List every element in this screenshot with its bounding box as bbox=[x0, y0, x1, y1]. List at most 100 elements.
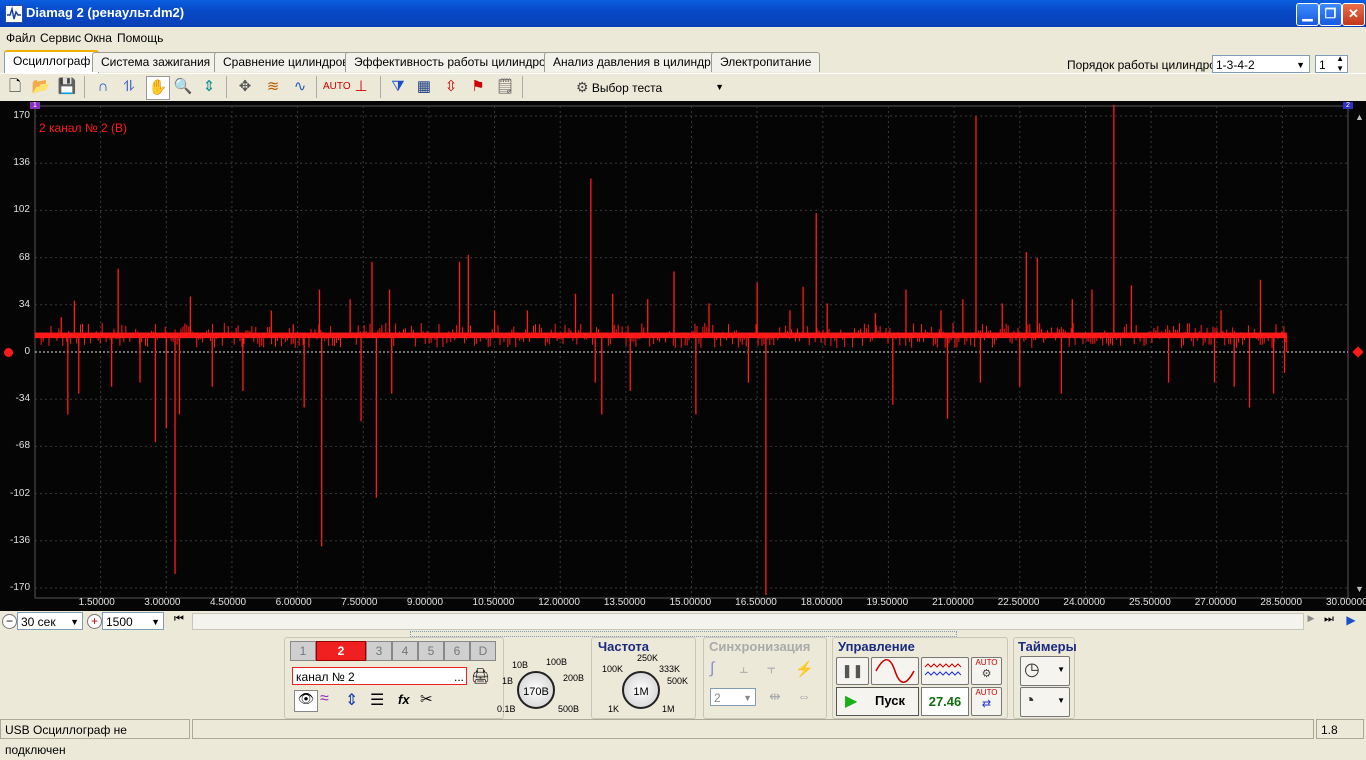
time-scrollbar[interactable] bbox=[192, 613, 1304, 630]
chevron-down-icon: ▼ bbox=[1057, 665, 1065, 674]
grid-table-icon[interactable]: ▦ bbox=[413, 76, 435, 98]
sync-auto-icon[interactable]: ⚡ bbox=[795, 660, 814, 678]
scroll-right-icon[interactable]: ▶ bbox=[1304, 613, 1318, 629]
tab-power-supply[interactable]: Электропитание bbox=[711, 52, 821, 72]
save-icon[interactable]: 💾 bbox=[56, 76, 78, 98]
frequency-dial-knob[interactable]: 1M bbox=[622, 671, 660, 709]
auto-sync-button[interactable]: AUTO ⇄ bbox=[971, 687, 1002, 716]
sine-mode-button[interactable] bbox=[871, 657, 919, 685]
tab-cylinder-efficiency[interactable]: Эффективность работы цилиндров bbox=[345, 52, 562, 72]
timer-start-button[interactable]: ◷ ▼ bbox=[1020, 656, 1070, 686]
cursor-marker-right[interactable]: 2 bbox=[1343, 102, 1353, 109]
title-bar: Diamag 2 (ренаульт.dm2) ▁ ❐ ✕ bbox=[0, 0, 1366, 27]
chevron-down-icon: ▼ bbox=[1057, 696, 1065, 705]
channel-connect-icon[interactable]: 🖨 bbox=[471, 667, 490, 685]
channel-button-3[interactable]: 3 bbox=[366, 641, 392, 661]
start-button[interactable]: ▶ Пуск bbox=[836, 687, 919, 716]
channel-button-4[interactable]: 4 bbox=[392, 641, 418, 661]
menu-windows[interactable]: Окна bbox=[84, 31, 112, 45]
test-select-dropdown[interactable]: ⚙ Выбор теста ▼ bbox=[576, 76, 728, 98]
scroll-up-icon[interactable]: ▲ bbox=[1355, 112, 1364, 122]
tab-pressure-analysis[interactable]: Анализ давления в цилиндре bbox=[544, 52, 727, 72]
channel-button-5[interactable]: 5 bbox=[418, 641, 444, 661]
x-tick-label: 18.00000 bbox=[800, 597, 843, 608]
cursor-arc-icon[interactable]: ∩ bbox=[92, 76, 114, 98]
pause-button[interactable]: ❚❚ bbox=[836, 657, 869, 685]
go-end-icon[interactable]: ⏭ bbox=[1320, 613, 1338, 629]
sync-position-icon[interactable]: ⇔ bbox=[797, 688, 811, 704]
sync-channel-select[interactable]: 2 ▼ bbox=[710, 688, 756, 706]
oscilloscope-panel[interactable] bbox=[0, 101, 1366, 611]
split-view-icon[interactable]: ⇳ bbox=[440, 76, 462, 98]
channel-more-button[interactable]: ... bbox=[454, 668, 464, 686]
minimize-button[interactable]: ▁ bbox=[1296, 3, 1319, 26]
close-button[interactable]: ✕ bbox=[1342, 3, 1365, 26]
cylinder-order-select[interactable]: 1-3-4-2 ▼ bbox=[1212, 55, 1310, 73]
zoom-icon[interactable]: 🔍 bbox=[172, 76, 194, 98]
cylinder-spinner[interactable]: 1 ▲ ▼ bbox=[1315, 54, 1348, 73]
open-folder-icon[interactable]: 📂 bbox=[30, 76, 52, 98]
multi-wave-button[interactable] bbox=[921, 657, 969, 685]
scroll-down-icon[interactable]: ▼ bbox=[1355, 584, 1364, 594]
measure-cursor-icon[interactable]: ⥮ bbox=[118, 76, 140, 98]
line-style-icon[interactable]: ☰ bbox=[370, 690, 384, 710]
cursor-marker-left[interactable]: 1 bbox=[30, 102, 40, 109]
time-base-select[interactable]: 30 сек ▼ bbox=[17, 612, 83, 630]
play-icon: ▶ bbox=[845, 693, 858, 710]
new-file-icon[interactable]: 🗋 bbox=[4, 76, 26, 98]
chevron-down-icon: ▼ bbox=[743, 693, 752, 703]
go-start-icon[interactable]: ⏮ bbox=[170, 613, 188, 629]
timer-stop-button[interactable]: ◔ ▼ bbox=[1020, 687, 1070, 717]
restore-button[interactable]: ❐ bbox=[1319, 3, 1342, 26]
toolbar-separator bbox=[380, 76, 381, 98]
auto-scale-icon[interactable]: AUTO bbox=[323, 76, 351, 98]
menu-service[interactable]: Сервис bbox=[40, 31, 81, 45]
menu-help[interactable]: Помощь bbox=[117, 31, 163, 45]
overlay-waves-icon[interactable]: ∿ bbox=[289, 76, 311, 98]
notes-icon[interactable]: 🗒 bbox=[494, 76, 516, 98]
tab-ignition[interactable]: Система зажигания bbox=[92, 52, 220, 72]
channel-button-D[interactable]: D bbox=[470, 641, 496, 661]
chevron-down-icon: ▼ bbox=[1296, 60, 1305, 70]
vertical-shift-icon[interactable]: ⇕ bbox=[345, 690, 358, 710]
play-scroll-icon[interactable]: ▶ bbox=[1342, 613, 1360, 629]
zoom-fit-icon[interactable]: ⇕ bbox=[198, 76, 220, 98]
add-flag-icon[interactable]: ⚑ bbox=[467, 76, 489, 98]
x-tick-label: 13.50000 bbox=[603, 597, 646, 608]
function-icon[interactable]: fx bbox=[398, 692, 410, 707]
channel-button-1[interactable]: 1 bbox=[290, 641, 316, 661]
auto-mode-button[interactable]: AUTO ⚙ bbox=[971, 657, 1002, 685]
signal-invert-icon[interactable]: ≈ bbox=[320, 690, 329, 708]
sync-up-icon[interactable]: ⫠ bbox=[739, 660, 748, 677]
menu-file[interactable]: Файл bbox=[6, 31, 36, 45]
sync-level-icon[interactable]: ⇹ bbox=[769, 688, 781, 705]
tab-label: Осциллограф bbox=[13, 54, 91, 68]
x-tick-label: 4.50000 bbox=[209, 597, 247, 608]
tab-cylinder-compare[interactable]: Сравнение цилиндров bbox=[214, 52, 358, 72]
auto-label: AUTO bbox=[975, 688, 998, 697]
sync-rising-edge-icon[interactable]: ∫ bbox=[710, 660, 714, 678]
zoom-out-icon[interactable]: − bbox=[2, 614, 17, 629]
tab-oscilloscope[interactable]: Осциллограф bbox=[4, 50, 100, 74]
tab-label: Электропитание bbox=[720, 55, 812, 69]
chevron-down-icon: ▼ bbox=[715, 82, 724, 92]
filter-icon[interactable]: ⧩ bbox=[387, 76, 409, 98]
zoom-in-icon[interactable]: + bbox=[87, 614, 102, 629]
chevron-down-icon: ▼ bbox=[151, 617, 160, 627]
tools-icon[interactable]: ✂ bbox=[420, 690, 433, 708]
zero-offset-icon[interactable]: ⊥ bbox=[350, 76, 372, 98]
waves-icon[interactable]: ≋ bbox=[262, 76, 284, 98]
points-select[interactable]: 1500 ▼ bbox=[102, 612, 164, 630]
channel-name-field[interactable]: канал № 2 ... bbox=[292, 667, 467, 685]
channel-button-6[interactable]: 6 bbox=[444, 641, 470, 661]
y-tick-label: -136 bbox=[9, 534, 30, 546]
sync-down-icon[interactable]: ⫟ bbox=[767, 660, 776, 677]
hand-pan-icon[interactable]: ✋ bbox=[146, 76, 170, 100]
y-tick-label: 68 bbox=[18, 251, 30, 263]
frequency-dial-label: 1K bbox=[608, 704, 620, 714]
range-dial-knob[interactable]: 170В bbox=[517, 671, 555, 709]
oscilloscope-plot[interactable] bbox=[0, 101, 1366, 611]
scale-in-icon[interactable]: ✥ bbox=[234, 76, 256, 98]
channel-button-2[interactable]: 2 bbox=[316, 641, 366, 661]
eye-icon[interactable]: 👁 bbox=[294, 690, 318, 712]
